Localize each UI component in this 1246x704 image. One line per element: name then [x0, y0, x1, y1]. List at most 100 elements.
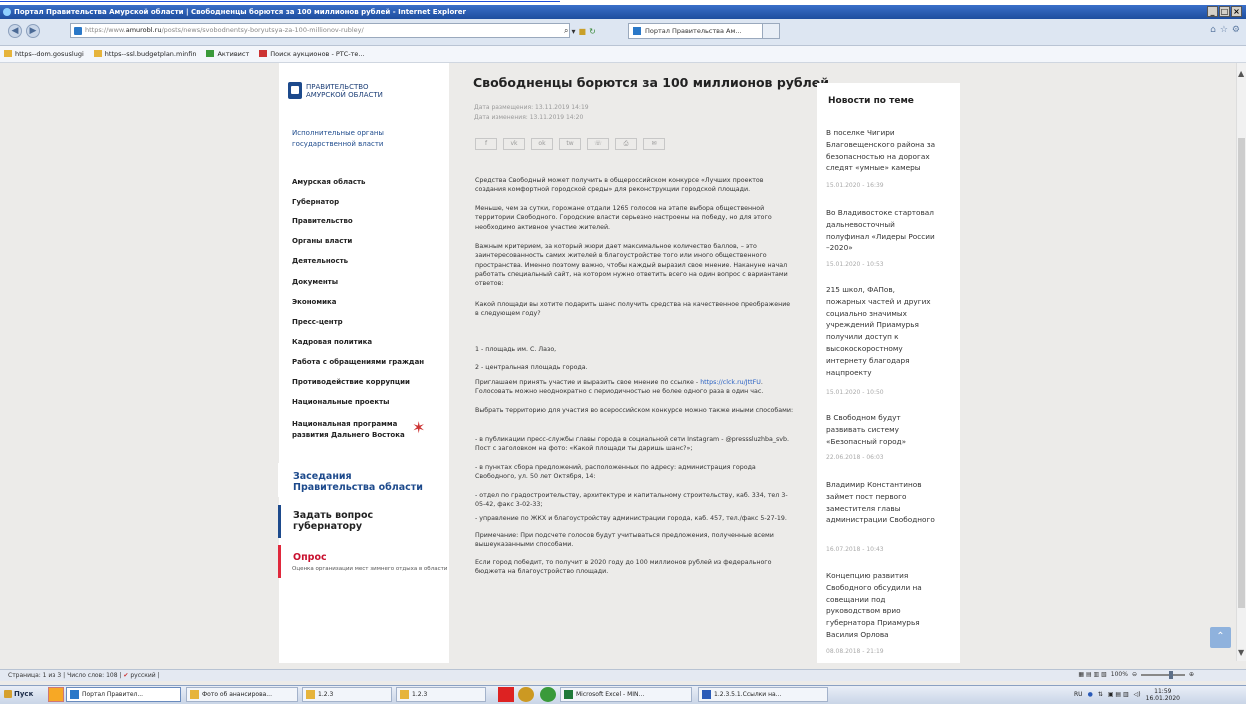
scroll-thumb[interactable]: [1238, 138, 1245, 608]
news-item-title[interactable]: В поселке Чигири Благовещенского района …: [826, 127, 936, 174]
mail-icon[interactable]: ✉: [643, 138, 665, 150]
poll-description[interactable]: Оценка организации мест зимнего отдыха в…: [292, 566, 447, 572]
close-button[interactable]: ×: [1231, 6, 1242, 17]
share-buttons: f vk ok tw ☏ ⎙ ✉: [475, 138, 665, 150]
news-item-date: 15.01.2020 - 16:39: [826, 182, 884, 189]
menu-item[interactable]: Правительство: [292, 217, 353, 225]
favorite-item[interactable]: https--ssl.budgetplan.minfin: [94, 46, 197, 62]
news-item-date: 22.06.2018 - 06:03: [826, 454, 884, 461]
browser-right-tools: ⌂ ☆ ⚙: [1210, 25, 1240, 35]
scroll-to-top-button[interactable]: ⌃: [1210, 627, 1231, 648]
window-title: Портал Правительства Амурской области | …: [14, 8, 466, 16]
tray-apps-icon[interactable]: ▣ ▤ ▥: [1108, 691, 1129, 698]
poll-link[interactable]: Опрос: [293, 552, 327, 563]
view-layout-icon[interactable]: ▦ ▤ ▥ ▧: [1078, 669, 1106, 681]
menu-item[interactable]: Амурская область: [292, 178, 365, 186]
article-paragraph: Средства Свободный может получить в обще…: [475, 177, 764, 194]
start-button[interactable]: Пуск: [2, 687, 44, 702]
scroll-down-icon[interactable]: ▼: [1238, 648, 1244, 657]
news-item-title[interactable]: Концепцию развития Свободного обсудили н…: [826, 570, 936, 641]
taskbar-item[interactable]: Портал Правител...: [66, 687, 181, 702]
vote-link[interactable]: https://clck.ru/JttFU: [700, 379, 761, 386]
whatsapp-icon[interactable]: ☏: [587, 138, 609, 150]
minimize-button[interactable]: _: [1207, 6, 1218, 17]
taskbar-item[interactable]: Microsoft Excel - MIN...: [560, 687, 692, 702]
menu-item[interactable]: Органы власти: [292, 237, 352, 245]
help-icon[interactable]: ●: [1088, 691, 1093, 698]
opera-icon[interactable]: [518, 687, 534, 702]
poll-accent-bar: [278, 545, 281, 578]
settings-gear-icon[interactable]: ⚙: [1232, 25, 1240, 35]
menu-item[interactable]: Экономика: [292, 298, 336, 306]
news-item-title[interactable]: 215 школ, ФАПов, пожарных частей и други…: [826, 284, 936, 378]
pdf-reader-icon[interactable]: [498, 687, 514, 702]
menu-item[interactable]: Пресс-центр: [292, 318, 343, 326]
favorite-item[interactable]: Активист: [206, 46, 249, 62]
twitter-icon[interactable]: tw: [559, 138, 581, 150]
site-logo[interactable]: Правительство Амурской области: [306, 83, 383, 99]
spellcheck-icon[interactable]: ✔: [123, 672, 128, 679]
favorites-star-icon[interactable]: ☆: [1220, 25, 1228, 35]
menu-item[interactable]: Губернатор: [292, 198, 339, 206]
vertical-scrollbar[interactable]: ▲ ▼: [1236, 63, 1246, 661]
facebook-icon[interactable]: f: [475, 138, 497, 150]
zoom-out-icon[interactable]: ⊖: [1132, 669, 1137, 681]
clock[interactable]: 11:59 16.01.2020: [1146, 688, 1180, 702]
menu-item[interactable]: Работа с обращениями граждан: [292, 358, 424, 366]
article-paragraph: Если город победит, то получит в 2020 го…: [475, 559, 772, 576]
news-item-title[interactable]: Владимир Константинов займет пост первог…: [826, 479, 936, 526]
news-item-title[interactable]: Во Владивостоке стартовал дальневосточны…: [826, 207, 936, 254]
tab-favicon-icon: [633, 27, 641, 35]
ask-governor-link[interactable]: Задать вопрос губернатору: [293, 510, 373, 532]
news-item-date: 08.08.2018 - 21:19: [826, 648, 884, 655]
taskbar-item[interactable]: 1.2.3: [302, 687, 392, 702]
address-bar[interactable]: https://www.amurobl.ru/posts/news/svobod…: [70, 23, 570, 38]
browser-tab[interactable]: Портал Правительства Ам... ×: [628, 23, 778, 39]
menu-item[interactable]: Деятельность: [292, 257, 348, 265]
taskbar-item[interactable]: 1.2.3.5.1.Ссылки на...: [698, 687, 828, 702]
favorite-item[interactable]: Поиск аукционов - РТС-те...: [259, 46, 364, 62]
article-paragraph: Важным критерием, за который жюри дает м…: [475, 243, 788, 288]
folder-icon: [400, 690, 409, 699]
menu-item[interactable]: Документы: [292, 278, 338, 286]
scroll-up-icon[interactable]: ▲: [1238, 69, 1244, 78]
word-statusbar: Страница: 1 из 3 | Число слов: 108 | ✔ р…: [0, 669, 1246, 681]
zoom-in-icon[interactable]: ⊕: [1189, 669, 1194, 681]
date-changed: Дата изменения: 13.11.2019 14:20: [474, 114, 584, 121]
meetings-link[interactable]: Заседания Правительства области: [293, 471, 423, 493]
word-icon: [702, 690, 711, 699]
menu-item[interactable]: Противодействие коррупции: [292, 378, 410, 386]
refresh-icon[interactable]: ↻: [589, 27, 596, 36]
article-paragraph: Меньше, чем за сутки, горожане отдали 12…: [475, 205, 772, 231]
menu-item-far-east[interactable]: Национальная программа развития Дальнего…: [292, 419, 405, 441]
odnoklassniki-icon[interactable]: ok: [531, 138, 553, 150]
zoom-slider[interactable]: [1140, 671, 1185, 679]
home-icon[interactable]: ⌂: [1210, 25, 1216, 35]
dropdown-icon[interactable]: ▾: [571, 27, 575, 36]
folder-icon: [306, 690, 315, 699]
folder-icon: [190, 690, 199, 699]
excel-icon: [564, 690, 573, 699]
menu-item[interactable]: Национальные проекты: [292, 398, 390, 406]
back-icon[interactable]: ◀: [8, 24, 22, 38]
lock-icon[interactable]: ■: [579, 27, 587, 36]
maximize-button[interactable]: □: [1219, 6, 1230, 17]
taskbar-item[interactable]: 1.2.3: [396, 687, 486, 702]
network-icon[interactable]: ⇅: [1098, 691, 1103, 698]
exec-bodies-link[interactable]: Исполнительные органы государственной вл…: [292, 128, 412, 150]
chrome-icon[interactable]: [540, 687, 556, 702]
media-player-icon[interactable]: [48, 687, 64, 702]
print-icon[interactable]: ⎙: [615, 138, 637, 150]
menu-item[interactable]: Кадровая политика: [292, 338, 372, 346]
news-item-title[interactable]: В Свободном будут развивать систему «Без…: [826, 412, 936, 447]
volume-icon[interactable]: ◁): [1134, 691, 1141, 698]
new-tab-button[interactable]: [762, 23, 780, 39]
taskbar-item[interactable]: Фото об анансирова...: [186, 687, 298, 702]
article-paragraph: Какой площади вы хотите подарить шанс по…: [475, 301, 791, 318]
vk-icon[interactable]: vk: [503, 138, 525, 150]
coat-of-arms-icon: [288, 82, 302, 99]
far-east-logo-icon: ✶: [412, 418, 426, 437]
forward-icon[interactable]: ▶: [26, 24, 40, 38]
search-icon[interactable]: ⌕: [564, 26, 568, 36]
favorite-item[interactable]: https--dom.gosuslugi: [4, 46, 84, 62]
